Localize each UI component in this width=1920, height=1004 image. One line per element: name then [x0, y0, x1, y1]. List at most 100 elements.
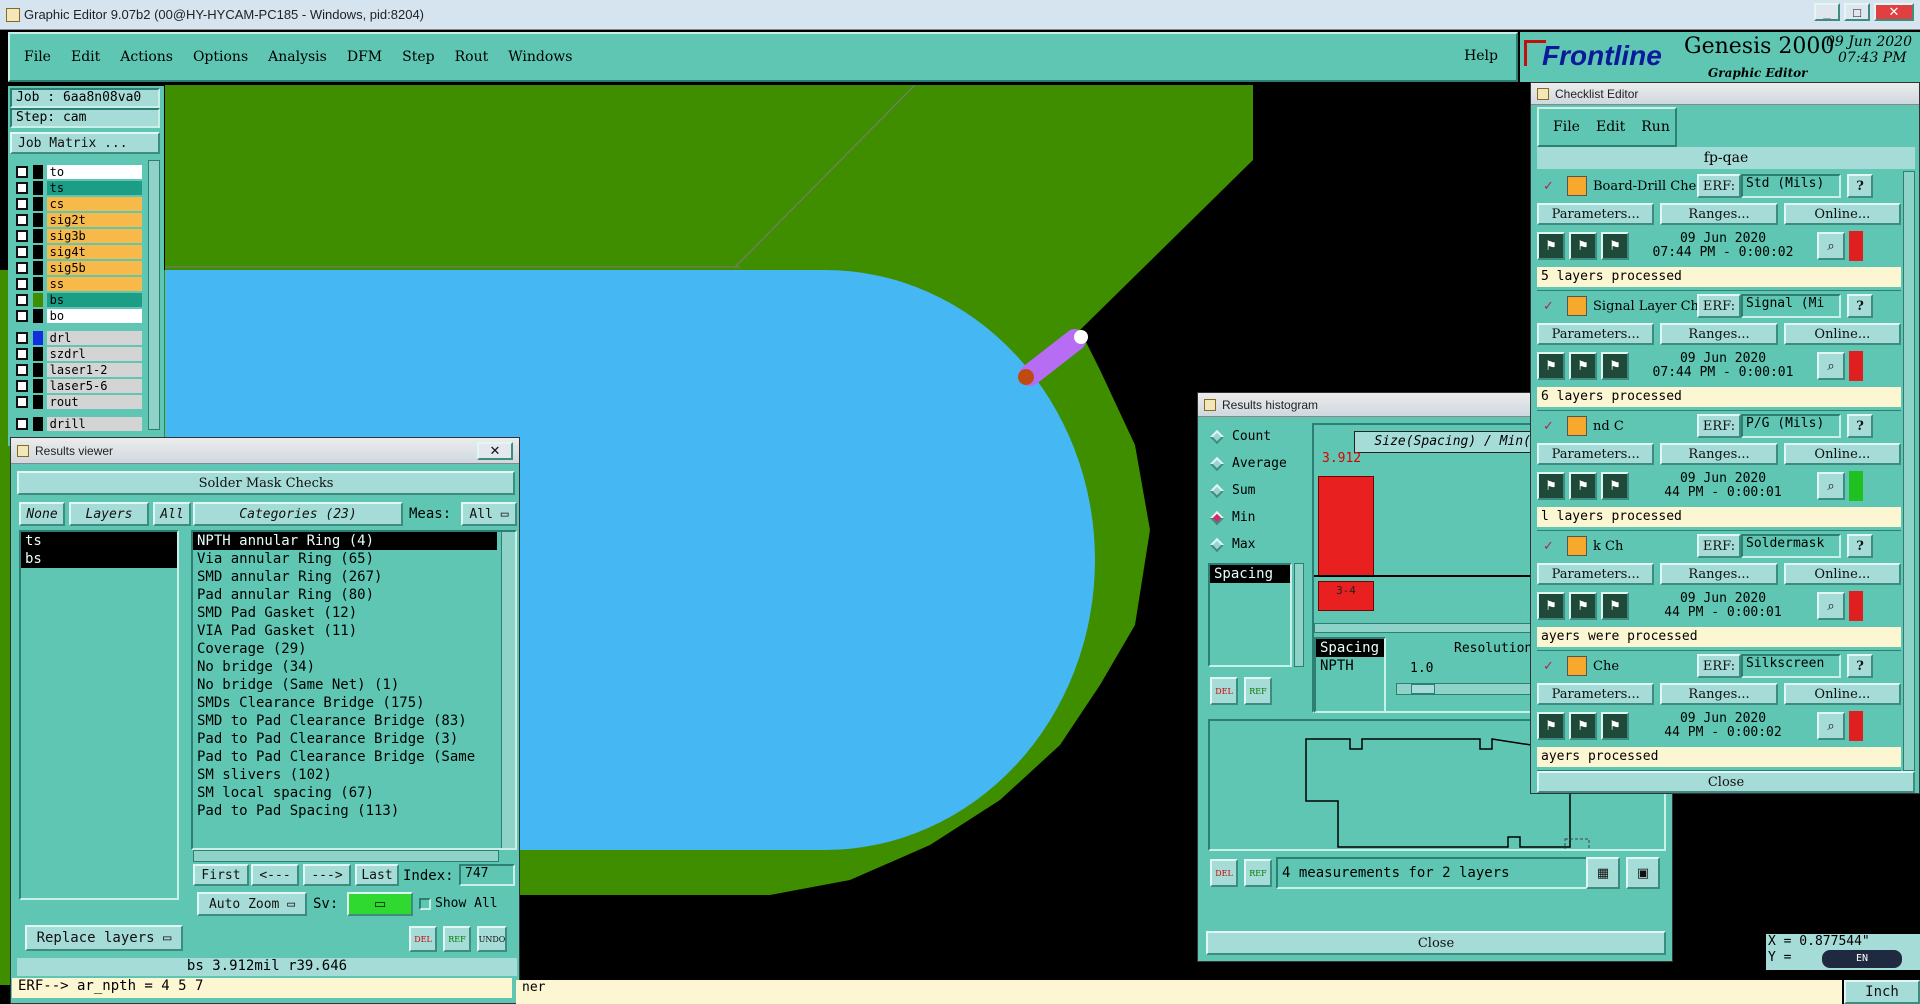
- result-layer-item[interactable]: ts: [21, 532, 177, 550]
- layer-row-to[interactable]: to: [12, 164, 142, 180]
- report-button-icon[interactable]: ▣: [1626, 857, 1660, 889]
- mode-sum[interactable]: Sum: [1208, 477, 1308, 504]
- results-viewer-titlebar[interactable]: Results viewer ✕: [11, 438, 519, 464]
- layer-row-sig2t[interactable]: sig2t: [12, 212, 142, 228]
- undo-button[interactable]: UNDO: [477, 926, 507, 952]
- next-button[interactable]: --->: [303, 864, 351, 886]
- run-icon[interactable]: ⚑: [1569, 712, 1597, 740]
- layer-checkbox[interactable]: [16, 364, 28, 376]
- mode-count[interactable]: Count: [1208, 423, 1308, 450]
- prev-button[interactable]: <---: [251, 864, 299, 886]
- layer-row-rout[interactable]: rout: [12, 394, 142, 410]
- auto-zoom-select[interactable]: Auto Zoom ▭: [197, 892, 307, 916]
- parameters-button[interactable]: Parameters...: [1537, 203, 1655, 225]
- layer-name[interactable]: sig3b: [46, 229, 142, 243]
- hist-del-button[interactable]: DEL: [1210, 677, 1238, 705]
- category-item[interactable]: Pad to Pad Clearance Bridge (3): [193, 730, 497, 748]
- window-titlebar[interactable]: Graphic Editor 9.07b2 (00@HY-HYCAM-PC185…: [0, 0, 1920, 30]
- hist-ref-button[interactable]: REF: [1244, 677, 1272, 705]
- menu-help[interactable]: Help: [1464, 48, 1498, 64]
- last-button[interactable]: Last: [355, 864, 399, 886]
- online-button[interactable]: Online...: [1783, 563, 1901, 585]
- ranges-button[interactable]: Ranges...: [1660, 203, 1778, 225]
- layer-row-drl[interactable]: drl: [12, 330, 142, 346]
- parameters-button[interactable]: Parameters...: [1537, 323, 1655, 345]
- close-window-button[interactable]: ✕: [1874, 3, 1914, 21]
- layer-checkbox[interactable]: [16, 278, 28, 290]
- erf-mode[interactable]: Silkscreen: [1741, 654, 1841, 678]
- layer-checkbox[interactable]: [16, 198, 28, 210]
- parameters-button[interactable]: Parameters...: [1537, 683, 1655, 705]
- online-button[interactable]: Online...: [1783, 323, 1901, 345]
- ref-button[interactable]: REF: [443, 926, 471, 952]
- language-indicator[interactable]: EN: [1822, 950, 1902, 968]
- help-icon[interactable]: ?: [1847, 174, 1873, 198]
- check-name[interactable]: k Ch: [1593, 539, 1697, 554]
- layer-checkbox[interactable]: [16, 182, 28, 194]
- parameters-button[interactable]: Parameters...: [1537, 443, 1655, 465]
- layer-name[interactable]: drl: [46, 331, 142, 345]
- layer-name[interactable]: sig5b: [46, 261, 142, 275]
- help-icon[interactable]: ?: [1847, 414, 1873, 438]
- menu-edit[interactable]: Edit: [61, 49, 110, 65]
- zoom-results-icon[interactable]: ⌕: [1817, 352, 1845, 380]
- category-item[interactable]: Pad to Pad Clearance Bridge (Same: [193, 748, 497, 766]
- replace-layers-select[interactable]: Replace layers ▭: [25, 925, 183, 951]
- layer-name[interactable]: ts: [46, 181, 142, 195]
- category-list[interactable]: NPTH annular Ring (4) Via annular Ring (6…: [191, 530, 517, 850]
- run-icon[interactable]: ⚑: [1569, 352, 1597, 380]
- category-item[interactable]: No bridge (34): [193, 658, 497, 676]
- ranges-button[interactable]: Ranges...: [1660, 323, 1778, 345]
- erf-mode[interactable]: P/G (Mils): [1741, 414, 1841, 438]
- layer-row-drill[interactable]: drill: [12, 416, 142, 432]
- category-item[interactable]: No bridge (Same Net) (1): [193, 676, 497, 694]
- category-item[interactable]: NPTH annular Ring (4): [193, 532, 497, 550]
- none-button[interactable]: None: [19, 502, 65, 526]
- run-icon[interactable]: ⚑: [1537, 232, 1565, 260]
- erf-mode[interactable]: Std (Mils): [1741, 174, 1841, 198]
- menu-rout[interactable]: Rout: [445, 49, 499, 65]
- layer-row-cs[interactable]: cs: [12, 196, 142, 212]
- check-header[interactable]: ✓ nd C ERF: P/G (Mils)?: [1537, 413, 1901, 439]
- category-item[interactable]: SMDs Clearance Bridge (175): [193, 694, 497, 712]
- layer-checkbox[interactable]: [16, 214, 28, 226]
- index-input[interactable]: 747: [459, 864, 515, 886]
- histogram-list-scrollbar[interactable]: [1294, 563, 1304, 667]
- results-viewer-close-button[interactable]: ✕: [477, 441, 513, 460]
- layer-row-laser5-6[interactable]: laser5-6: [12, 378, 142, 394]
- check-header[interactable]: ✓ k Ch ERF: Soldermask?: [1537, 533, 1901, 559]
- check-header[interactable]: ✓ Board-Drill Che ERF: Std (Mils)?: [1537, 173, 1901, 199]
- result-layer-item[interactable]: bs: [21, 550, 177, 568]
- check-enabled-icon[interactable]: ✓: [1543, 419, 1559, 434]
- layer-name[interactable]: drill: [46, 417, 142, 431]
- layer-row-szdrl[interactable]: szdrl: [12, 346, 142, 362]
- menu-options[interactable]: Options: [183, 49, 258, 65]
- layer-name[interactable]: cs: [46, 197, 142, 211]
- menu-file[interactable]: File: [10, 49, 61, 65]
- online-button[interactable]: Online...: [1783, 443, 1901, 465]
- histogram-bar[interactable]: [1318, 476, 1374, 576]
- online-button[interactable]: Online...: [1783, 683, 1901, 705]
- layer-name[interactable]: sig2t: [46, 213, 142, 227]
- mode-max[interactable]: Max: [1208, 531, 1308, 558]
- category-item[interactable]: VIA Pad Gasket (11): [193, 622, 497, 640]
- layer-row-ss[interactable]: ss: [12, 276, 142, 292]
- layer-checkbox[interactable]: [16, 246, 28, 258]
- ranges-button[interactable]: Ranges...: [1660, 443, 1778, 465]
- check-header[interactable]: ✓ Che ERF: Silkscreen?: [1537, 653, 1901, 679]
- layer-results-list[interactable]: ts bs: [19, 530, 179, 900]
- run-icon[interactable]: ⚑: [1601, 232, 1629, 260]
- category-hscrollbar[interactable]: [193, 850, 499, 862]
- layer-name[interactable]: bs: [46, 293, 142, 307]
- layer-checkbox[interactable]: [16, 348, 28, 360]
- layer-name[interactable]: laser1-2: [46, 363, 142, 377]
- layer-checkbox[interactable]: [16, 380, 28, 392]
- layer-checkbox[interactable]: [16, 262, 28, 274]
- layer-name[interactable]: sig4t: [46, 245, 142, 259]
- resolution-slider-thumb[interactable]: [1411, 684, 1435, 694]
- menu-actions[interactable]: Actions: [110, 49, 183, 65]
- first-button[interactable]: First: [193, 864, 249, 886]
- category-item[interactable]: Pad to Pad Spacing (113): [193, 802, 497, 820]
- checklist-titlebar[interactable]: Checklist Editor: [1531, 83, 1919, 105]
- layer-checkbox[interactable]: [16, 332, 28, 344]
